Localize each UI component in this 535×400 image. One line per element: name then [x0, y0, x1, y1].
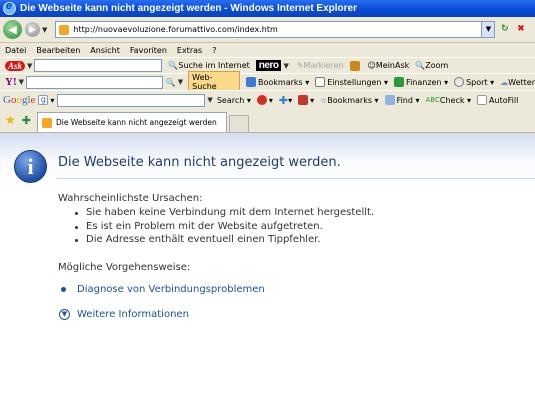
pen-icon: ✎: [296, 61, 304, 70]
favorites-star-icon[interactable]: ★: [5, 113, 16, 127]
google-add-button[interactable]: ✚ ▾: [279, 94, 292, 107]
ask-logo[interactable]: Ask: [5, 60, 26, 71]
google-search-input[interactable]: [57, 93, 206, 107]
einstellungen-button[interactable]: Einstellungen ▾: [315, 77, 388, 87]
window-titlebar[interactable]: Die Webseite kann nicht angezeigt werden…: [0, 0, 535, 17]
yahoo-search-icon[interactable]: 🔍: [166, 78, 176, 87]
url-dropdown-icon[interactable]: ▼: [481, 22, 495, 37]
ask-tools-icon[interactable]: [349, 60, 362, 71]
menu-favoriten[interactable]: Favoriten: [130, 46, 167, 55]
google-g-button[interactable]: g ▾: [38, 95, 54, 105]
page-icon: [59, 24, 70, 35]
list-item: Sie haben keine Verbindung mit dem Inter…: [72, 207, 374, 221]
menu-bearbeiten[interactable]: Bearbeiten: [36, 46, 80, 55]
google-tools-button[interactable]: ▾: [256, 95, 273, 105]
google-bookmarks-button[interactable]: ☆ Bookmarks ▾: [320, 96, 378, 105]
cloud-icon: ☁: [500, 77, 509, 87]
google-toolbar: Google g ▾ ▼ Search ▾ ▾ ✚ ▾ ▾ ☆ Bookmarks ▾…: [0, 90, 535, 109]
yahoo-logo[interactable]: Y!: [5, 76, 17, 88]
yahoo-toolbar: Y! ▼ 🔍 ▼ Web-Suche Bookmarks ▾ Einstellu…: [0, 71, 535, 93]
causes-list: Sie haben keine Verbindung mit dem Inter…: [72, 207, 374, 248]
tab-title: Die Webseite kann nicht angezeigt werden: [55, 118, 217, 127]
page-icon: [41, 117, 52, 128]
magnifier-icon: 🔍: [168, 61, 179, 70]
wetter-button[interactable]: ☁ Wetter: [500, 78, 535, 87]
list-item: Die Adresse enthält eventuell einen Tipp…: [72, 234, 374, 248]
error-page: i Die Webseite kann nicht angezeigt werd…: [0, 133, 535, 400]
actions-heading: Mögliche Vorgehensweise:: [58, 262, 191, 273]
markieren-button[interactable]: ✎ Markieren: [297, 61, 344, 70]
zoom-icon: 🔍: [415, 61, 426, 70]
zoom-button[interactable]: 🔍 Zoom: [415, 61, 448, 70]
yahoo-dropdown-icon[interactable]: ▼: [19, 78, 24, 86]
back-button[interactable]: ◀: [3, 20, 22, 39]
chevron-down-icon: ▼: [59, 309, 70, 320]
sport-button[interactable]: Sport ▾: [454, 77, 494, 87]
menu-help[interactable]: ?: [212, 46, 216, 55]
menu-extras[interactable]: Extras: [177, 46, 202, 55]
ask-search-input[interactable]: [34, 59, 163, 72]
menu-datei[interactable]: Datei: [5, 46, 26, 55]
window-title: Die Webseite kann nicht angezeigt werden…: [20, 3, 358, 14]
url-field[interactable]: http://nuovaevoluzione.forumattivo.com/i…: [55, 21, 496, 38]
more-info-toggle[interactable]: ▼ Weitere Informationen: [59, 309, 189, 320]
ask-search-button[interactable]: 🔍 Suche im Internet: [168, 61, 249, 70]
nero-logo[interactable]: nero: [255, 60, 282, 71]
ie-logo-icon: [3, 0, 16, 15]
info-icon: i: [14, 150, 47, 183]
page-title: Die Webseite kann nicht angezeigt werden…: [58, 155, 341, 170]
google-logo[interactable]: Google: [3, 94, 35, 106]
menu-bar: Datei Bearbeiten Ansicht Favoriten Extra…: [0, 43, 535, 57]
google-search-dropdown-icon[interactable]: ▼: [207, 96, 212, 104]
forward-button[interactable]: ▶: [25, 22, 40, 37]
stop-icon[interactable]: ✖: [514, 23, 527, 36]
yahoo-search-dropdown-icon[interactable]: ▼: [178, 78, 183, 86]
divider: [57, 178, 535, 179]
menu-ansicht[interactable]: Ansicht: [90, 46, 120, 55]
refresh-icon[interactable]: ↻: [498, 23, 511, 36]
google-check-button[interactable]: ABC Check ▾: [426, 96, 472, 105]
yahoo-search-input[interactable]: [26, 75, 163, 89]
new-tab-button[interactable]: [228, 115, 249, 132]
finanzen-button[interactable]: Finanzen ▾: [394, 77, 448, 87]
tab-row: ★ ✚ Die Webseite kann nicht angezeigt we…: [0, 109, 535, 133]
ask-toolbar: Ask ▼ 🔍 Suche im Internet nero ▼ ✎ Markier…: [0, 57, 535, 73]
causes-heading: Wahrscheinlichste Ursachen:: [58, 193, 203, 204]
google-autofill-button[interactable]: AutoFill: [477, 95, 518, 105]
ask-dropdown-icon[interactable]: ▼: [27, 62, 32, 70]
diagnose-link[interactable]: Diagnose von Verbindungsproblemen: [59, 284, 265, 295]
tab-current[interactable]: Die Webseite kann nicht angezeigt werden: [36, 112, 227, 132]
meinask-button[interactable]: ☺ MeinAsk: [368, 61, 410, 70]
address-bar: ◀ ▶ ▼ http://nuovaevoluzione.forumattivo…: [0, 17, 535, 43]
list-item: Es ist ein Problem mit der Website aufge…: [72, 221, 374, 235]
history-dropdown-icon[interactable]: ▼: [42, 26, 47, 34]
bullet-icon: [61, 287, 66, 292]
google-find-button[interactable]: Find ▾: [384, 95, 420, 105]
plus-icon: ✚: [278, 93, 289, 107]
url-text: http://nuovaevoluzione.forumattivo.com/i…: [73, 25, 278, 34]
star-icon: ☆: [320, 95, 328, 105]
spellcheck-icon: ABC: [425, 96, 440, 104]
google-block-button[interactable]: ▾: [298, 95, 314, 105]
google-search-button[interactable]: Search ▾: [217, 96, 251, 105]
add-favorite-icon[interactable]: ✚: [22, 114, 31, 127]
person-icon: ☺: [367, 61, 376, 70]
yahoo-bookmarks-button[interactable]: Bookmarks ▾: [245, 77, 309, 87]
nero-dropdown-icon[interactable]: ▼: [283, 62, 288, 70]
